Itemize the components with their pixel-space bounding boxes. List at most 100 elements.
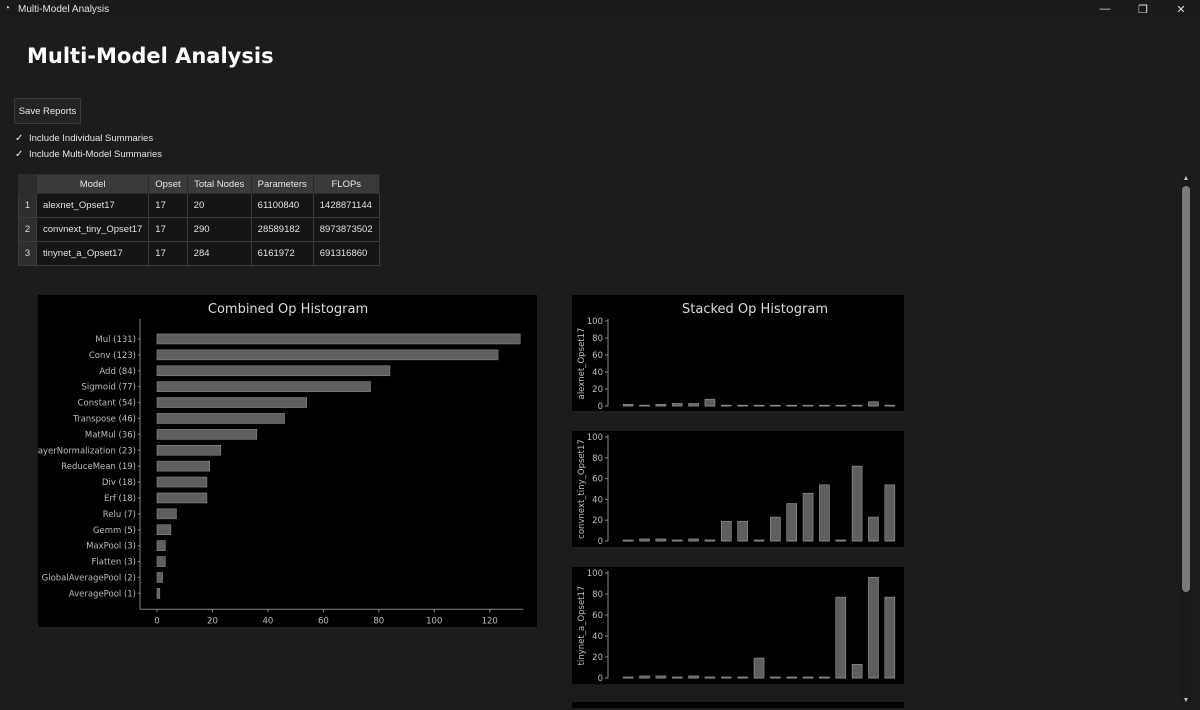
bar	[156, 476, 208, 488]
bar	[156, 492, 208, 504]
y-tick-label: 60	[592, 351, 603, 361]
bar	[786, 503, 798, 542]
bar	[868, 401, 879, 407]
cell-opset[interactable]: 17	[148, 217, 188, 242]
bar	[156, 413, 285, 424]
bar-label: GlobalAveragePool (2)	[42, 573, 136, 583]
chart-title: Stacked Op Histogram	[682, 302, 828, 317]
bar-label: Relu (7)	[103, 510, 136, 520]
cell-model[interactable]: alexnet_Opset17	[35, 193, 150, 218]
window-title: Multi-Model Analysis	[18, 3, 110, 15]
bar-label: Conv (123)	[89, 351, 136, 361]
bar	[704, 398, 716, 407]
y-tick-label: 20	[592, 385, 603, 395]
model-summary-table: Model Opset Total Nodes Parameters FLOPs…	[18, 174, 380, 266]
y-tick-label: 60	[592, 475, 603, 485]
column-header-parameters[interactable]: Parameters	[250, 174, 314, 194]
cell-total-nodes[interactable]: 20	[186, 193, 252, 218]
stacked-op-histogram-chart-convnext: 0 20 40 60 80 100convnext_tiny_Opset17	[577, 433, 896, 547]
table-row[interactable]: 2 convnext_tiny_Opset17 17 290 28589182 …	[18, 217, 380, 242]
bar	[156, 397, 308, 408]
x-tick-label: 120	[482, 616, 498, 626]
checkbox-label: Include Individual Summaries	[29, 133, 154, 144]
bar-label: MaxPool (3)	[86, 542, 136, 552]
y-tick-label: 100	[587, 569, 603, 579]
bar	[156, 540, 166, 551]
scroll-thumb[interactable]	[1182, 186, 1190, 592]
cell-flops[interactable]: 8973873502	[312, 217, 380, 242]
bar	[753, 657, 765, 679]
bar	[156, 444, 222, 456]
cell-opset[interactable]: 17	[148, 193, 188, 218]
bar	[156, 572, 163, 583]
column-header-model[interactable]: Model	[35, 174, 150, 194]
bar	[770, 516, 781, 542]
y-tick-label: 100	[587, 433, 603, 443]
bar	[156, 588, 161, 599]
y-tick-label: 20	[592, 653, 603, 663]
row-index: 3	[18, 241, 37, 266]
include-multi-model-summaries-checkbox[interactable]: ✓ Include Multi-Model Summaries	[15, 149, 162, 160]
bar	[156, 508, 177, 520]
bar-label: Constant (54)	[78, 399, 136, 409]
table-corner	[18, 174, 37, 194]
bar	[156, 365, 391, 377]
vertical-scrollbar[interactable]: ▲ ▼	[1180, 174, 1192, 706]
column-header-total-nodes[interactable]: Total Nodes	[186, 174, 252, 194]
y-tick-label: 80	[592, 454, 603, 464]
x-tick-label: 0	[154, 616, 159, 626]
cell-model[interactable]: convnext_tiny_Opset17	[35, 217, 150, 242]
scroll-down-icon[interactable]: ▼	[1180, 696, 1192, 706]
y-axis-label: convnext_tiny_Opset17	[577, 439, 587, 539]
bar	[868, 516, 879, 542]
stacked-op-histogram-chart-alexnet: Stacked Op Histogram 0 20 40 60 80 100alexnet_…	[577, 302, 896, 411]
x-tick-label: 60	[318, 616, 329, 626]
bar	[156, 349, 499, 361]
cell-model[interactable]: tinynet_a_Opset17	[35, 241, 150, 266]
bar	[884, 596, 896, 679]
save-reports-button[interactable]: Save Reports	[14, 98, 81, 124]
chart-title: Combined Op Histogram	[208, 302, 368, 317]
cell-flops[interactable]: 691316860	[312, 241, 380, 266]
bar	[720, 520, 732, 542]
bar-label: Erf (18)	[104, 494, 136, 504]
close-button[interactable]: ✕	[1162, 0, 1200, 18]
include-individual-summaries-checkbox[interactable]: ✓ Include Individual Summaries	[15, 133, 153, 144]
stacked-op-histogram-panel-alexnet: Stacked Op Histogram 0 20 40 60 80 100 alexnet_…	[572, 295, 904, 411]
column-header-flops[interactable]: FLOPs	[312, 174, 380, 194]
minimize-button[interactable]: —	[1086, 0, 1124, 18]
bar-label: AveragePool (1)	[69, 589, 136, 599]
cell-total-nodes[interactable]: 290	[186, 217, 252, 242]
bar	[156, 381, 371, 392]
check-icon: ✓	[15, 133, 24, 144]
stacked-op-histogram-chart-tinynet: 0 20 40 60 80 100tinynet_a_Opset17	[577, 569, 896, 684]
cell-parameters[interactable]: 28589182	[250, 217, 314, 242]
bar	[851, 465, 863, 542]
cell-total-nodes[interactable]: 284	[186, 241, 252, 266]
scroll-up-icon[interactable]: ▲	[1180, 174, 1192, 184]
table-row[interactable]: 3 tinynet_a_Opset17 17 284 6161972 69131…	[18, 241, 380, 266]
check-icon: ✓	[15, 149, 24, 160]
cell-parameters[interactable]: 6161972	[250, 241, 314, 266]
bar	[868, 576, 879, 679]
y-tick-label: 0	[598, 402, 603, 411]
bar	[819, 484, 830, 542]
cell-opset[interactable]: 17	[148, 241, 188, 266]
row-index: 2	[18, 217, 37, 242]
bar	[884, 484, 896, 542]
bar-label: Mul (131)	[95, 335, 136, 345]
y-tick-label: 0	[598, 674, 603, 684]
bar	[835, 596, 847, 679]
bar-label: Add (84)	[99, 367, 136, 377]
column-header-opset[interactable]: Opset	[148, 174, 188, 194]
table-row[interactable]: 1 alexnet_Opset17 17 20 61100840 1428871…	[18, 193, 380, 218]
bar	[802, 492, 814, 542]
y-axis-label: tinynet_a_Opset17	[577, 586, 587, 666]
page-title: Multi-Model Analysis	[27, 44, 274, 68]
cell-parameters[interactable]: 61100840	[250, 193, 314, 218]
y-tick-label: 80	[592, 334, 603, 344]
x-tick-label: 80	[373, 616, 384, 626]
cell-flops[interactable]: 1428871144	[312, 193, 380, 218]
restore-button[interactable]: ❐	[1124, 0, 1162, 18]
y-tick-label: 40	[592, 495, 603, 505]
